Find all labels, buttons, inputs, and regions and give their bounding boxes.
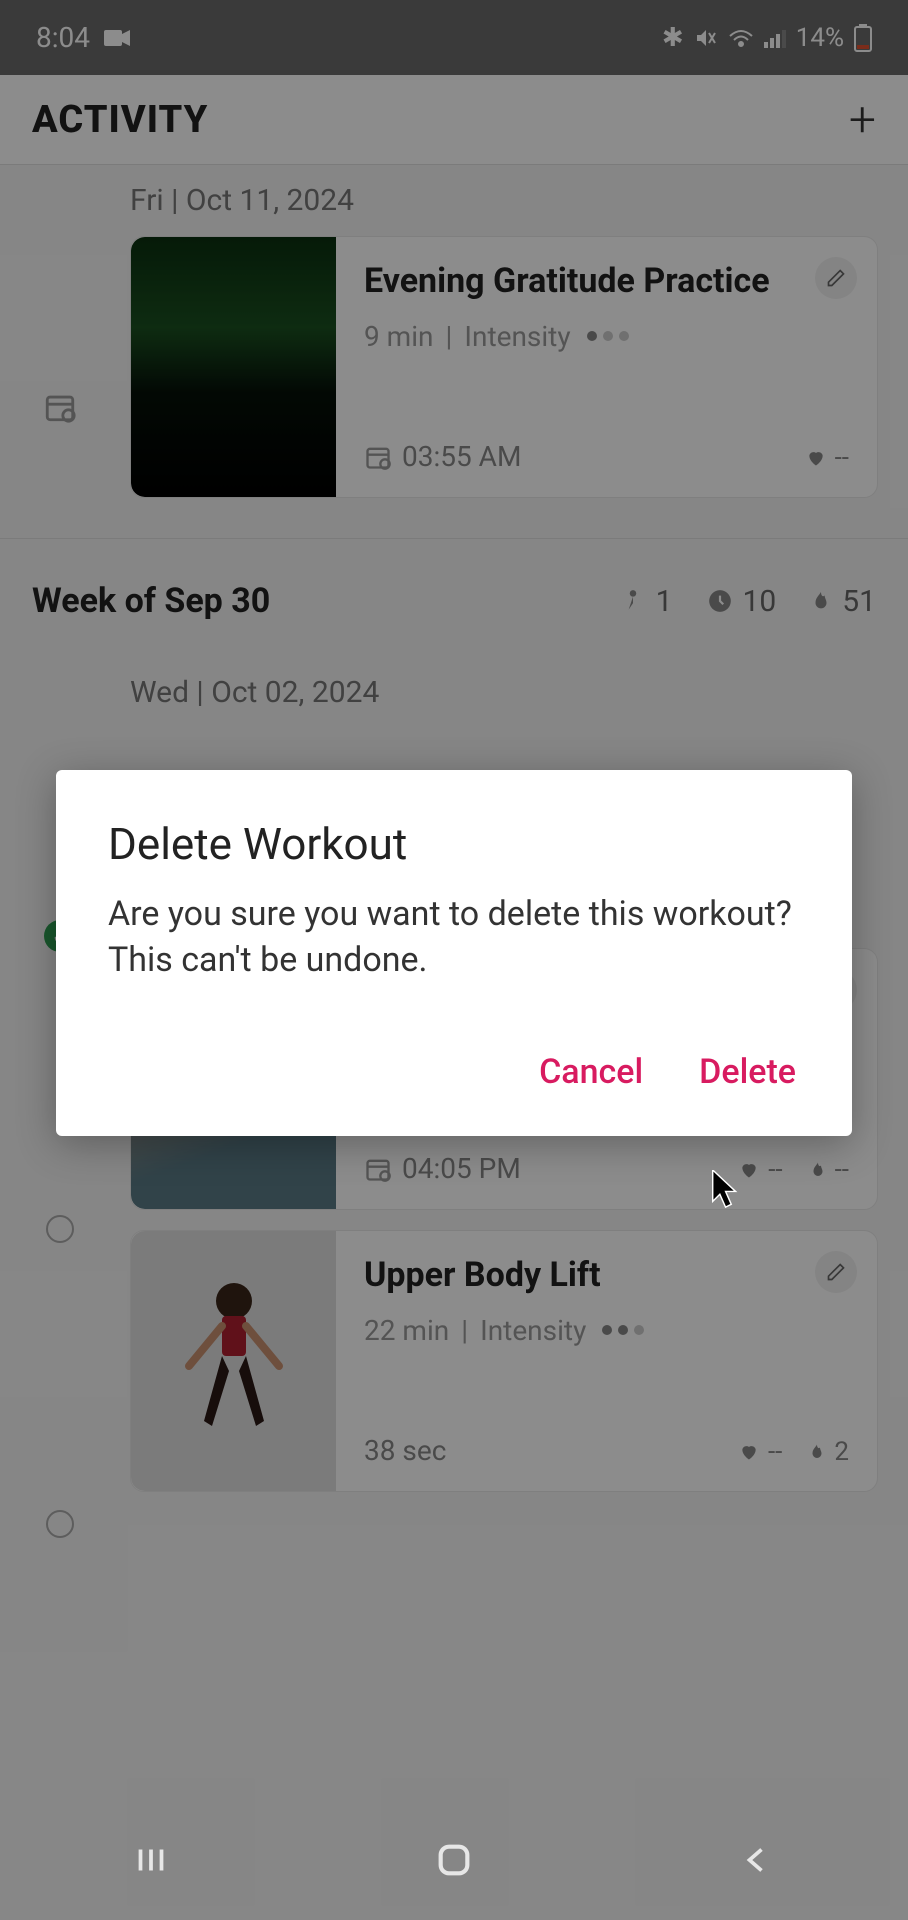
delete-button[interactable]: Delete [695,1044,800,1100]
system-nav-bar [0,1800,908,1920]
recents-button[interactable] [133,1842,169,1878]
cursor-icon [712,1170,742,1210]
home-button[interactable] [434,1840,474,1880]
cancel-button[interactable]: Cancel [535,1044,647,1100]
back-button[interactable] [739,1842,775,1878]
dialog-title: Delete Workout [108,818,800,870]
delete-workout-dialog: Delete Workout Are you sure you want to … [56,770,852,1136]
dialog-message: Are you sure you want to delete this wor… [108,892,800,984]
